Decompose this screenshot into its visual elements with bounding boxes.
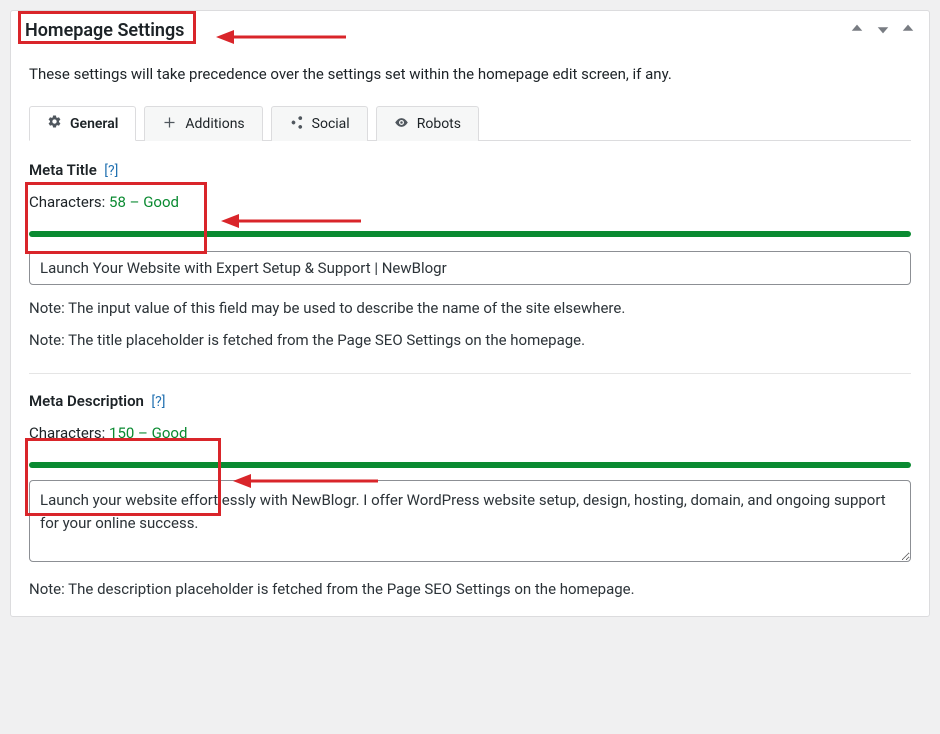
collapse-down-icon[interactable] — [875, 22, 891, 40]
tabs: General Additions Social Robots — [29, 105, 911, 141]
meta-title-input[interactable] — [29, 251, 911, 285]
gear-icon — [47, 114, 62, 133]
char-status: Good — [143, 193, 179, 211]
meta-title-char-counter: Characters: 58 – Good — [29, 193, 911, 211]
tab-label: General — [70, 116, 118, 132]
tab-label: Robots — [417, 116, 461, 132]
char-count: 150 — [109, 424, 134, 442]
meta-description-label: Meta Description — [29, 392, 144, 410]
panel-body: These settings will take precedence over… — [11, 45, 929, 616]
meta-title-quality-bar — [29, 231, 911, 237]
meta-description-char-counter: Characters: 150 – Good — [29, 424, 911, 442]
meta-description-note-1: Note: The description placeholder is fet… — [29, 580, 911, 598]
tab-robots[interactable]: Robots — [376, 106, 479, 141]
collapse-up-icon[interactable] — [849, 22, 865, 40]
meta-title-note-1: Note: The input value of this field may … — [29, 299, 911, 317]
tab-label: Additions — [185, 116, 244, 132]
meta-title-label-row: Meta Title [?] — [29, 161, 911, 179]
homepage-settings-panel: Homepage Settings These settings will ta… — [10, 10, 930, 617]
tab-social[interactable]: Social — [271, 106, 368, 141]
meta-title-section: Meta Title [?] Characters: 58 – Good Not… — [29, 161, 911, 349]
meta-description-help[interactable]: [?] — [151, 394, 165, 410]
char-count: 58 — [109, 193, 126, 211]
meta-title-note-2: Note: The title placeholder is fetched f… — [29, 331, 911, 349]
char-separator: – — [126, 193, 143, 211]
toggle-collapse-icon[interactable] — [901, 22, 915, 40]
meta-title-help[interactable]: [?] — [104, 163, 118, 179]
meta-title-label: Meta Title — [29, 161, 97, 179]
plus-icon — [162, 115, 177, 134]
tab-label: Social — [312, 116, 350, 132]
char-status: Good — [152, 424, 188, 442]
meta-description-section: Meta Description [?] Characters: 150 – G… — [29, 392, 911, 598]
share-icon — [289, 115, 304, 134]
tab-additions[interactable]: Additions — [144, 106, 262, 141]
eye-icon — [394, 115, 409, 134]
section-divider — [29, 373, 911, 374]
tab-general[interactable]: General — [29, 106, 136, 141]
panel-controls — [849, 22, 915, 40]
char-separator: – — [134, 424, 151, 442]
meta-description-textarea[interactable] — [29, 480, 911, 562]
panel-description: These settings will take precedence over… — [29, 65, 911, 83]
char-prefix: Characters: — [29, 424, 109, 442]
panel-title: Homepage Settings — [25, 20, 184, 41]
char-prefix: Characters: — [29, 193, 109, 211]
meta-description-quality-bar — [29, 462, 911, 468]
meta-description-label-row: Meta Description [?] — [29, 392, 911, 410]
panel-header: Homepage Settings — [11, 11, 929, 45]
